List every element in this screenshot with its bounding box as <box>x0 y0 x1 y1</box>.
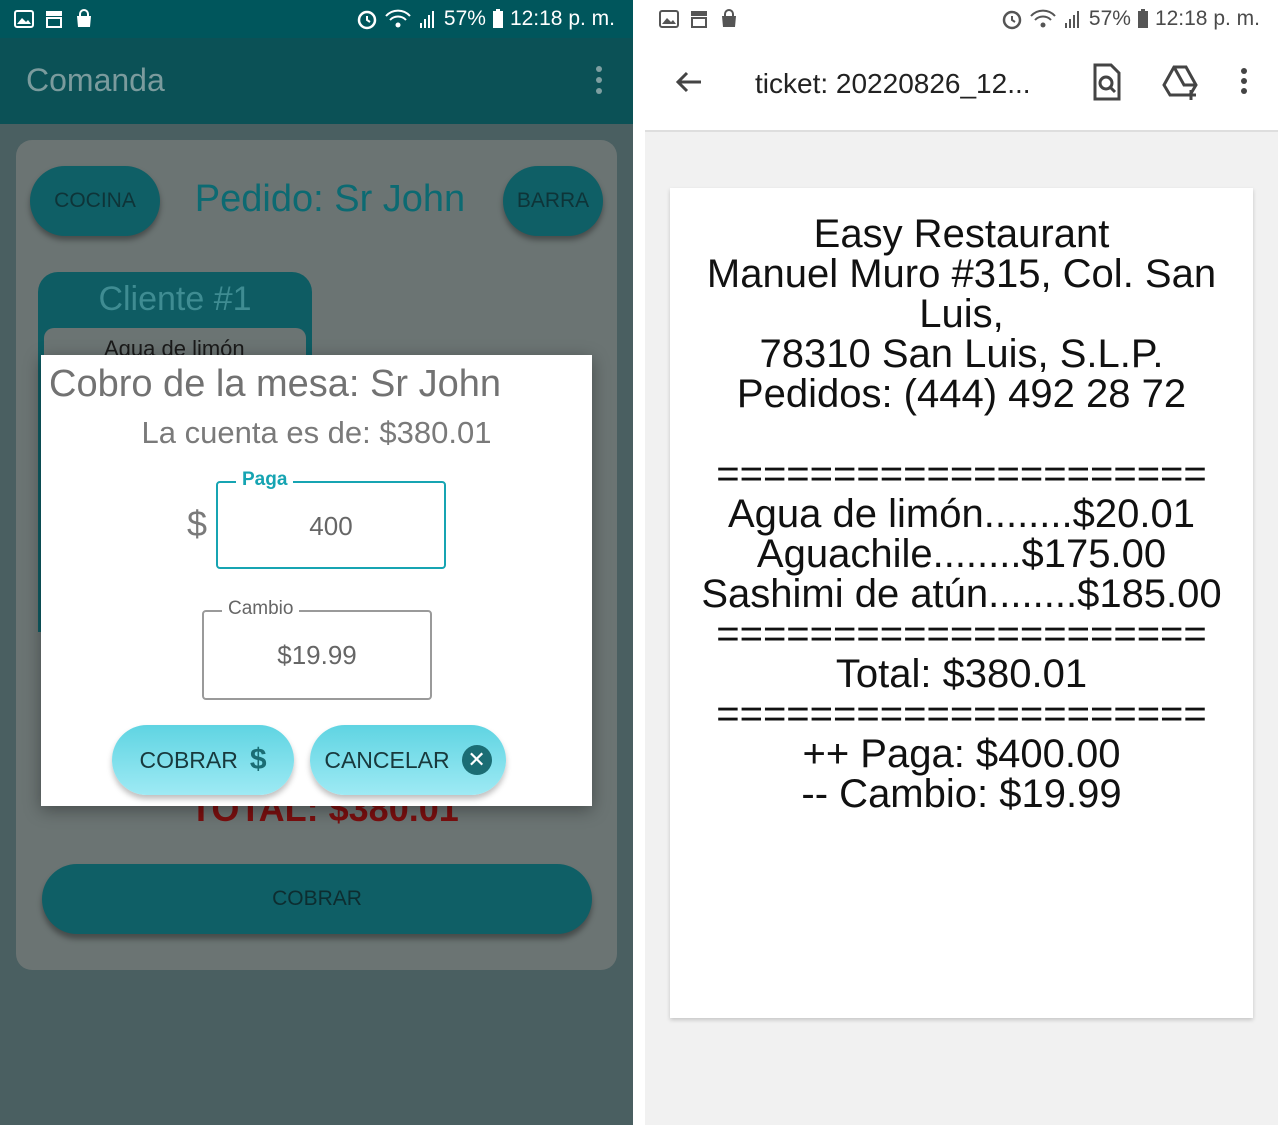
ticket-line: Pedidos: (444) 492 28 72 <box>736 372 1187 416</box>
store-icon <box>691 11 707 28</box>
pay-input[interactable]: Paga 400 <box>216 469 446 569</box>
change-value: $19.99 <box>277 640 357 670</box>
image-icon <box>14 10 34 28</box>
ticket-separator: ===================== <box>716 612 1207 656</box>
battery-percent: 57% <box>443 7 486 30</box>
screen-divider <box>633 0 645 1125</box>
cancel-label: CANCELAR <box>324 746 450 773</box>
shopping-bag-icon <box>722 9 736 27</box>
ticket-line: ++ Paga: $400.00 <box>802 732 1121 776</box>
status-bar: 57% 12:18 p. m. <box>0 0 633 38</box>
ticket-line: 78310 San Luis, S.L.P. <box>759 332 1164 376</box>
cobrar-button[interactable]: COBRAR <box>42 864 592 934</box>
viewer-toolbar: ticket: 20220826_12... <box>645 38 1278 132</box>
image-icon <box>659 10 679 28</box>
close-icon: ✕ <box>461 745 492 775</box>
order-title: Pedido: Sr John <box>194 178 466 220</box>
pay-value[interactable]: 400 <box>218 511 444 542</box>
amount-due: La cuenta es de: $380.01 <box>141 415 492 450</box>
ticket-text: Easy Restaurant Manuel Muro #315, Col. S… <box>670 214 1253 814</box>
more-vert-icon[interactable] <box>1235 62 1253 102</box>
document-title: ticket: 20220826_12... <box>755 68 1031 99</box>
clock: 12:18 p. m. <box>1154 7 1260 30</box>
ticket-line: Aguachile........$175.00 <box>756 532 1167 576</box>
ticket-page: Easy Restaurant Manuel Muro #315, Col. S… <box>670 188 1253 1018</box>
alarm-icon <box>357 10 377 30</box>
change-field[interactable]: Cambio $19.99 <box>202 598 432 700</box>
comanda-screen: 57% 12:18 p. m. Comanda COCINA Pedido: S… <box>0 0 633 1125</box>
drive-add-icon[interactable] <box>1161 62 1201 102</box>
dialog-cobrar-button[interactable]: COBRAR $ <box>112 725 294 795</box>
find-in-page-icon[interactable] <box>1089 62 1125 102</box>
dollar-icon: $ <box>249 743 267 776</box>
pdf-viewer-screen: 57% 12:18 p. m. ticket: 20220826_12... E… <box>645 0 1278 1125</box>
ticket-line: Luis, <box>919 292 1004 336</box>
shopping-bag-icon <box>77 9 91 27</box>
store-icon <box>46 11 62 28</box>
app-title: Comanda <box>26 62 165 98</box>
cocina-button[interactable]: COCINA <box>30 166 160 236</box>
dialog-cancel-button[interactable]: CANCELAR ✕ <box>310 725 506 795</box>
dialog-title: Cobro de la mesa: Sr John <box>49 363 502 405</box>
wifi-icon <box>1030 9 1056 28</box>
currency-symbol: $ <box>187 503 208 544</box>
ticket-line: -- Cambio: $19.99 <box>801 772 1122 816</box>
ticket-line: Agua de limón........$20.01 <box>728 492 1195 536</box>
change-label: Cambio <box>222 598 300 620</box>
ticket-line <box>670 414 1253 454</box>
pay-label: Paga <box>236 469 294 491</box>
signal-icon <box>419 11 434 28</box>
app-bar: Comanda <box>0 38 633 124</box>
status-bar: 57% 12:18 p. m. <box>645 0 1278 38</box>
ticket-total: Total: $380.01 <box>835 652 1088 696</box>
ticket-line: Easy Restaurant <box>813 212 1110 256</box>
clock: 12:18 p. m. <box>509 7 615 30</box>
client-title: Cliente #1 <box>98 280 252 318</box>
battery-icon <box>492 9 503 28</box>
alarm-icon <box>1002 10 1022 30</box>
barra-button[interactable]: BARRA <box>503 166 603 236</box>
battery-percent: 57% <box>1088 7 1131 30</box>
ticket-line: Manuel Muro #315, Col. San <box>706 252 1217 296</box>
battery-icon <box>1137 9 1148 28</box>
wifi-icon <box>385 9 411 28</box>
back-arrow-icon[interactable] <box>671 64 707 100</box>
ticket-separator: ===================== <box>716 452 1207 496</box>
cobrar-label: COBRAR <box>139 746 238 773</box>
payment-dialog: Cobro de la mesa: Sr John La cuenta es d… <box>41 355 592 806</box>
ticket-line: Sashimi de atún........$185.00 <box>701 572 1222 616</box>
more-vert-icon[interactable] <box>592 66 606 98</box>
ticket-separator: ===================== <box>716 692 1207 736</box>
signal-icon <box>1064 11 1079 28</box>
